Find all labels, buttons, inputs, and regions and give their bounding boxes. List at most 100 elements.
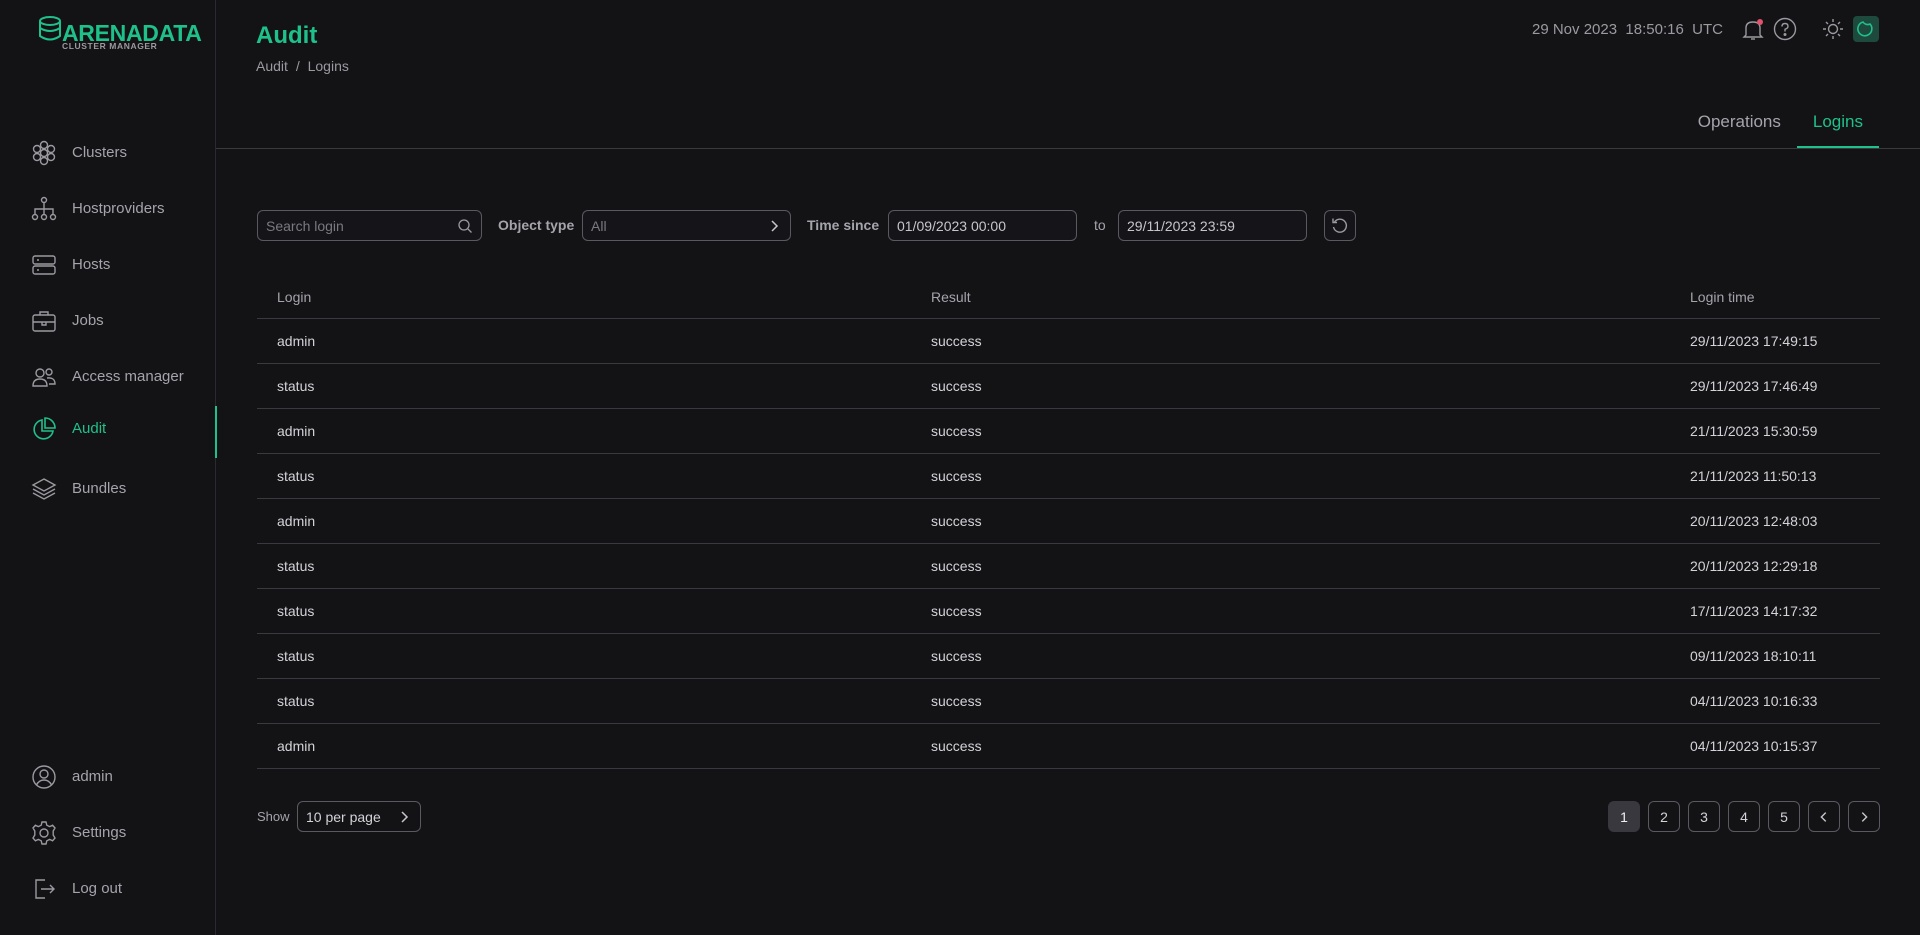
page-title: Audit [256,22,318,49]
login-cell: admin [277,333,316,349]
table-row: status success 20/11/2023 12:29:18 [257,544,1880,589]
current-datetime: 29 Nov 2023 18:50:16 UTC [1532,21,1723,38]
time-to-input[interactable]: 29/11/2023 23:59 [1118,210,1307,241]
result-cell: success [931,603,982,619]
brand-subtitle: CLUSTER MANAGER [62,41,158,51]
sidebar-item-audit[interactable]: Audit [0,406,217,458]
database-logo-icon [39,16,61,41]
column-result: Result [931,289,971,305]
login-time-cell: 20/11/2023 12:29:18 [1690,558,1818,574]
bell-icon[interactable] [1740,16,1766,42]
dark-theme-toggle[interactable] [1853,16,1879,42]
result-cell: success [931,423,982,439]
login-time-cell: 17/11/2023 14:17:32 [1690,603,1818,619]
login-cell: admin [277,738,316,754]
arenadata-logo[interactable]: ARENADATA CLUSTER MANAGER [38,14,202,54]
result-cell: success [931,333,982,349]
reset-icon [1332,218,1348,233]
search-login-placeholder: Search login [266,218,344,234]
login-time-cell: 04/11/2023 10:15:37 [1690,738,1818,754]
result-cell: success [931,693,982,709]
audit-icon [33,417,56,440]
sidebar-item-admin[interactable]: admin [0,754,216,798]
table-row: admin success 29/11/2023 17:49:15 [257,319,1880,364]
sidebar-item-label: Audit [72,420,107,437]
bundles-icon [31,478,57,500]
login-cell: status [277,648,315,664]
breadcrumb-item-audit[interactable]: Audit [256,58,288,74]
tab-operations[interactable]: Operations [1682,100,1797,148]
result-cell: success [931,378,982,394]
sidebar-item-hosts[interactable]: Hosts [0,242,216,286]
sidebar-item-settings[interactable]: Settings [0,810,216,854]
chevron-right-icon [1861,811,1868,822]
sidebar-item-label: Hostproviders [72,200,165,217]
page-button-2[interactable]: 2 [1648,801,1680,832]
chevron-right-icon [771,220,779,232]
table-row: status success 17/11/2023 14:17:32 [257,589,1880,634]
login-cell: admin [277,423,316,439]
object-type-select[interactable]: All [582,210,791,241]
next-page-button[interactable] [1848,801,1880,832]
login-time-cell: 21/11/2023 11:50:13 [1690,468,1817,484]
per-page-select[interactable]: 10 per page [297,801,421,832]
help-icon[interactable] [1772,16,1798,42]
login-time-cell: 04/11/2023 10:16:33 [1690,693,1818,709]
per-page-value: 10 per page [306,809,381,825]
chevron-right-icon [401,811,409,823]
result-cell: success [931,738,982,754]
sidebar-item-label: Bundles [72,480,127,497]
login-cell: admin [277,513,316,529]
sidebar-item-jobs[interactable]: Jobs [0,298,216,342]
tabs-divider [216,148,1920,149]
sidebar-item-label: admin [72,768,113,785]
sidebar-item-label: Access manager [72,368,184,385]
sidebar-item-label: Log out [72,880,123,897]
result-cell: success [931,558,982,574]
object-type-label: Object type [498,217,575,233]
result-cell: success [931,468,982,484]
sidebar-item-access-manager[interactable]: Access manager [0,354,216,398]
hosts-icon [32,255,56,275]
current-date: 29 Nov 2023 [1532,21,1618,38]
table-row: status success 09/11/2023 18:10:11 [257,634,1880,679]
sidebar-item-label: Jobs [72,312,104,329]
reset-filters-button[interactable] [1324,210,1356,241]
login-time-cell: 20/11/2023 12:48:03 [1690,513,1818,529]
breadcrumb: Audit / Logins [256,58,353,74]
tab-logins[interactable]: Logins [1796,100,1879,148]
sidebar-item-bundles[interactable]: Bundles [0,466,216,510]
logins-table: Login Result Login time admin success 29/1… [257,277,1880,769]
page-button-1[interactable]: 1 [1608,801,1640,832]
page-button-3[interactable]: 3 [1688,801,1720,832]
breadcrumb-separator: / [295,58,300,74]
page-button-5[interactable]: 5 [1768,801,1800,832]
chevron-left-icon [1820,811,1827,822]
login-cell: status [277,468,315,484]
search-login-input[interactable]: Search login [257,210,482,241]
sidebar-item-clusters[interactable]: Clusters [0,130,216,174]
light-theme-icon[interactable] [1820,16,1846,42]
login-cell: status [277,558,315,574]
time-since-label: Time since [807,217,880,233]
login-time-cell: 09/11/2023 18:10:11 [1690,648,1817,664]
time-to-label: to [1094,217,1106,233]
result-cell: success [931,648,982,664]
show-label: Show [257,809,290,824]
sidebar: ARENADATA CLUSTER MANAGER Clusters Hostp… [0,0,217,935]
jobs-icon [32,311,56,332]
prev-page-button[interactable] [1808,801,1840,832]
hostproviders-icon [31,196,57,221]
table-row: admin success 20/11/2023 12:48:03 [257,499,1880,544]
clusters-icon [32,140,56,166]
breadcrumb-item-logins: Logins [307,58,349,74]
table-row: admin success 04/11/2023 10:15:37 [257,724,1880,769]
current-time: 18:50:16 [1625,21,1684,38]
page-button-4[interactable]: 4 [1728,801,1760,832]
sidebar-item-label: Hosts [72,256,111,273]
table-row: status success 04/11/2023 10:16:33 [257,679,1880,724]
time-since-input[interactable]: 01/09/2023 00:00 [888,210,1077,241]
sidebar-item-label: Settings [72,824,127,841]
sidebar-item-logout[interactable]: Log out [0,866,216,910]
sidebar-item-hostproviders[interactable]: Hostproviders [0,186,216,230]
